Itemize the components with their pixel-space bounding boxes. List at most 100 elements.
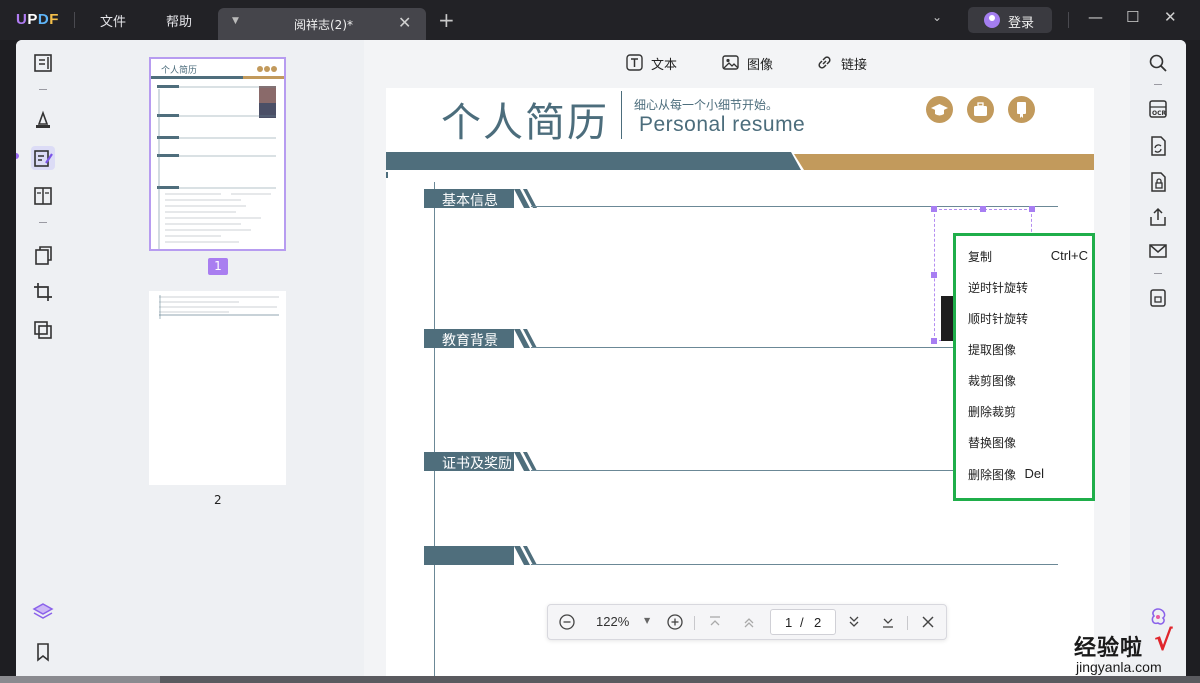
current-page: 1	[785, 615, 793, 630]
edit-icon[interactable]	[31, 146, 55, 170]
nav-divider	[694, 616, 695, 630]
menu-file[interactable]: 文件	[100, 11, 126, 30]
zoom-out-icon[interactable]	[558, 613, 576, 635]
ocr-icon[interactable]: OCR	[1147, 98, 1169, 120]
menu-item-replace-image[interactable]: 替换图像	[968, 431, 1088, 453]
section-slash-decor	[514, 329, 537, 348]
tab-title: 阅祥志(2)*	[294, 18, 353, 32]
section-title: 教育背景	[442, 333, 498, 349]
section-basic-info[interactable]: 基本信息	[424, 189, 542, 209]
first-page-icon[interactable]	[706, 613, 724, 635]
graduation-cap-icon	[926, 96, 953, 123]
share-icon[interactable]	[1147, 206, 1169, 228]
menu-item-label: 删除裁剪	[968, 405, 1017, 419]
section-title: 基本信息	[442, 193, 498, 209]
protect-pdf-icon[interactable]	[1147, 171, 1169, 193]
section-education[interactable]: 教育背景	[424, 329, 542, 349]
resize-handle[interactable]	[931, 338, 937, 344]
next-page-icon[interactable]	[845, 613, 863, 635]
section-rule	[531, 206, 1058, 207]
logo-letter-f: F	[49, 11, 59, 28]
toolbar-divider	[39, 89, 47, 90]
resize-handle[interactable]	[1029, 206, 1035, 212]
menu-item-label: 复制	[968, 250, 993, 264]
menu-item-extract-image[interactable]: 提取图像	[968, 338, 1088, 360]
section-slash-decor	[514, 452, 537, 471]
left-toolbar	[16, 40, 70, 676]
page-separator: /	[800, 615, 804, 630]
svg-text:个人简历: 个人简历	[161, 64, 197, 76]
menu-item-copy[interactable]: 复制 Ctrl+C	[968, 245, 1088, 267]
save-icon[interactable]	[1147, 287, 1169, 309]
timeline-line	[434, 182, 435, 676]
title-divider-line	[621, 91, 622, 139]
menu-item-rotate-cw[interactable]: 顺时针旋转	[968, 307, 1088, 329]
page-thumbnail[interactable]: 个人简历	[149, 57, 286, 251]
toolbar-divider	[1154, 84, 1162, 85]
tab-dropdown-icon[interactable]: ▼	[232, 16, 239, 26]
tab-close-icon[interactable]: ✕	[398, 13, 411, 32]
resize-handle[interactable]	[931, 272, 937, 278]
new-tab-button[interactable]: +	[438, 10, 455, 30]
page-number-input[interactable]: 1 / 2	[770, 609, 836, 635]
sidebar-indicator-dot	[16, 153, 19, 159]
menu-item-shortcut: Ctrl+C	[1050, 248, 1088, 263]
logo-letter-d: D	[37, 11, 50, 28]
title-bar: UPDF 文件 帮助 ▼ 阅祥志(2)* ✕ + ⌄ 登录 — ☐ ✕	[0, 0, 1200, 40]
total-pages: 2	[814, 615, 822, 630]
resize-handle[interactable]	[931, 206, 937, 212]
logo-letter-u: U	[16, 11, 28, 28]
taskbar-strip	[0, 676, 1200, 683]
layers-icon[interactable]	[31, 600, 55, 624]
comment-icon[interactable]	[31, 108, 55, 132]
section-unlabeled[interactable]	[424, 546, 542, 565]
menu-help[interactable]: 帮助	[166, 11, 192, 30]
menu-item-shortcut: Del	[1024, 466, 1044, 481]
previous-page-icon[interactable]	[740, 613, 758, 635]
taskbar-strip-left	[0, 676, 160, 683]
last-page-icon[interactable]	[879, 613, 897, 635]
resume-subtitle-cn[interactable]: 细心从每一个小细节开始。	[634, 96, 778, 113]
watermark-text-en: jingyanla.com	[1076, 659, 1162, 675]
menu-item-label: 裁剪图像	[968, 374, 1017, 388]
document-tab[interactable]: ▼ 阅祥志(2)* ✕	[218, 8, 426, 40]
pages-icon[interactable]	[31, 184, 55, 208]
close-nav-icon[interactable]	[919, 613, 937, 635]
section-certificates[interactable]: 证书及奖励	[424, 452, 542, 472]
menu-item-rotate-ccw[interactable]: 逆时针旋转	[968, 276, 1088, 298]
login-button[interactable]: 登录	[968, 7, 1052, 33]
header-color-band	[386, 152, 1094, 170]
menu-item-delete-image[interactable]: 删除图像 Del	[968, 463, 1088, 485]
chevron-down-icon[interactable]: ⌄	[932, 10, 942, 24]
convert-pdf-icon[interactable]	[1147, 135, 1169, 157]
page-thumbnail[interactable]	[149, 291, 286, 485]
zoom-dropdown-icon[interactable]: ▼	[644, 616, 650, 625]
resize-handle[interactable]	[980, 206, 986, 212]
avatar-icon	[984, 12, 1000, 28]
section-label-bg	[424, 546, 514, 565]
edit-toolbar: 文本 图像 链接	[364, 40, 1130, 86]
zoom-level[interactable]: 122%	[596, 614, 629, 629]
thumbnail-page-number: 2	[214, 493, 222, 507]
section-title: 证书及奖励	[442, 456, 512, 472]
reader-icon[interactable]	[31, 51, 55, 75]
resume-subtitle-en[interactable]: Personal resume	[639, 113, 805, 137]
toolbar-divider	[1154, 273, 1162, 274]
resume-title[interactable]: 个人简历	[441, 90, 609, 148]
toolbar-divider	[39, 222, 47, 223]
crop-icon[interactable]	[31, 280, 55, 304]
briefcase-icon	[967, 96, 994, 123]
menu-item-crop-image[interactable]: 裁剪图像	[968, 369, 1088, 391]
protect-icon[interactable]	[31, 318, 55, 342]
bookmark-icon[interactable]	[31, 640, 55, 664]
maximize-button[interactable]: ☐	[1126, 8, 1139, 26]
close-window-button[interactable]: ✕	[1164, 8, 1177, 26]
email-icon[interactable]	[1147, 240, 1169, 262]
search-icon[interactable]	[1147, 52, 1169, 74]
zoom-in-icon[interactable]	[666, 613, 684, 635]
convert-icon[interactable]	[31, 243, 55, 267]
section-rule	[531, 564, 1058, 565]
menu-item-remove-crop[interactable]: 删除裁剪	[968, 400, 1088, 422]
minimize-button[interactable]: —	[1088, 8, 1103, 26]
image-context-menu: 复制 Ctrl+C 逆时针旋转 顺时针旋转 提取图像 裁剪图像 删除裁剪 替换图…	[953, 233, 1095, 501]
